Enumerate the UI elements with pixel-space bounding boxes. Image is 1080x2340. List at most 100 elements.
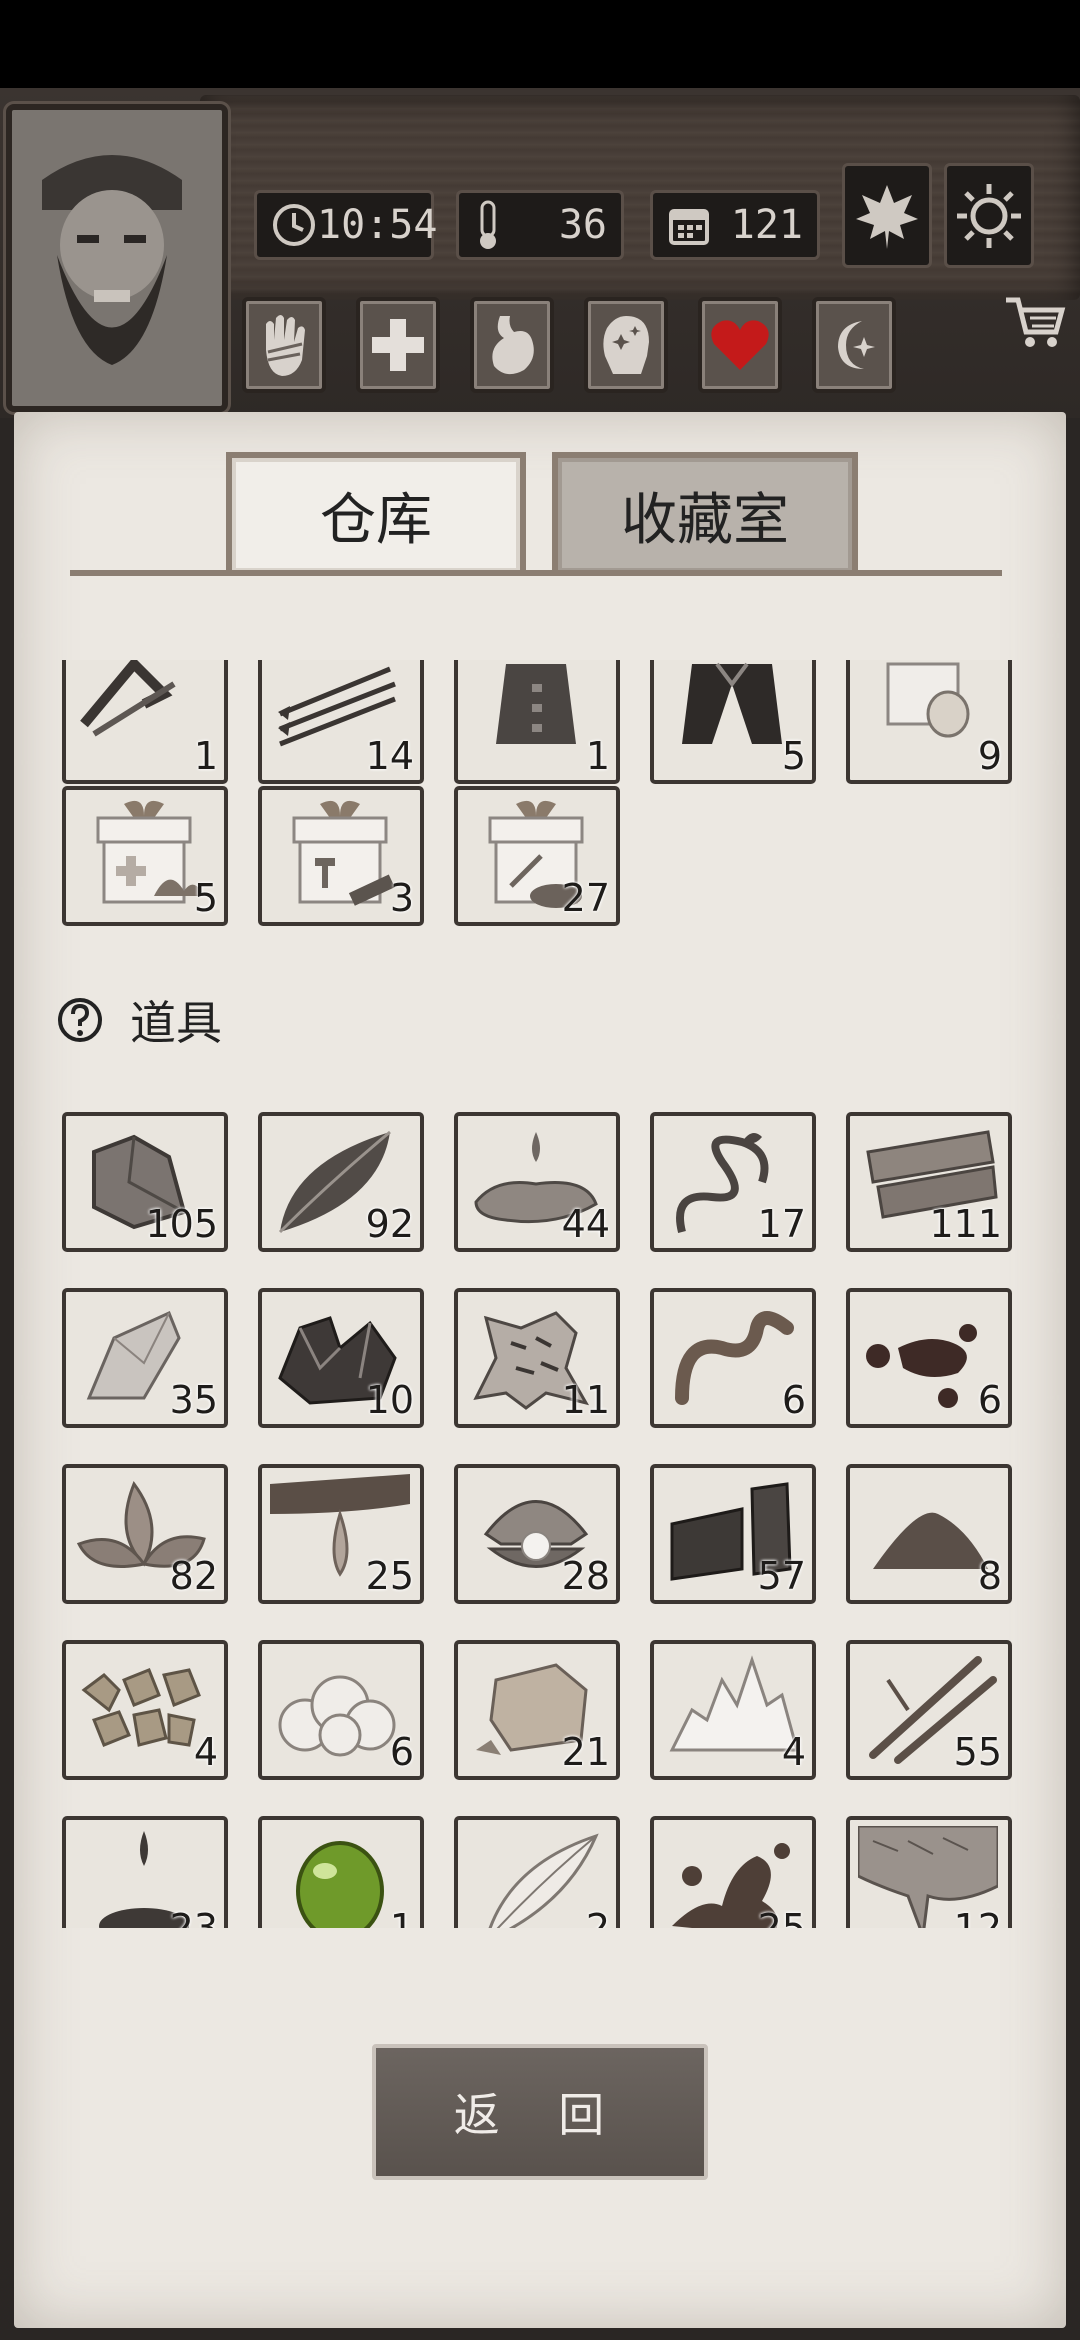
maple-leaf-icon [856, 184, 918, 249]
tab-divider [70, 570, 1002, 576]
item-count: 28 [561, 1554, 610, 1598]
item-count: 6 [781, 1378, 806, 1422]
bearded-man-portrait [42, 155, 182, 365]
item-slot[interactable]: 4 [650, 1640, 816, 1780]
character-portrait[interactable] [6, 104, 228, 412]
item-slot[interactable]: 5 [650, 660, 816, 784]
heart-icon [711, 320, 769, 370]
section-header-tools: 道具 [56, 990, 222, 1050]
item-count: 1 [389, 1906, 414, 1928]
item-slot[interactable]: 57 [650, 1464, 816, 1604]
item-slot[interactable]: 10 [258, 1288, 424, 1428]
item-slot[interactable]: 21 [454, 1640, 620, 1780]
item-count: 1 [193, 734, 218, 778]
bandaged-hand-icon [266, 315, 305, 376]
time-value: 10:54 [317, 202, 438, 248]
item-slot[interactable]: 35 [62, 1288, 228, 1428]
calendar-icon [669, 209, 709, 245]
item-count: 6 [977, 1378, 1002, 1422]
item-slot[interactable]: 1 [454, 660, 620, 784]
item-count: 55 [953, 1730, 1002, 1774]
item-count: 111 [929, 1202, 1002, 1246]
sleep-button[interactable] [812, 297, 896, 393]
item-count: 2 [585, 1906, 610, 1928]
item-slot[interactable]: 28 [454, 1464, 620, 1604]
item-slot[interactable]: 92 [258, 1112, 424, 1252]
section-title: 道具 [130, 996, 222, 1050]
thermometer-icon [480, 200, 496, 249]
item-slot[interactable]: 12 [846, 1816, 1012, 1928]
mind-button[interactable] [584, 297, 668, 393]
item-count: 21 [561, 1730, 610, 1774]
item-slot[interactable]: 55 [846, 1640, 1012, 1780]
item-slot[interactable]: 105 [62, 1112, 228, 1252]
item-slot[interactable]: 25 [258, 1464, 424, 1604]
item-slot[interactable]: 27 [454, 786, 620, 926]
item-count: 57 [757, 1554, 806, 1598]
item-slot[interactable]: 6 [258, 1640, 424, 1780]
day-value: 121 [730, 202, 803, 248]
moon-star-icon [838, 321, 875, 369]
item-count: 25 [757, 1906, 806, 1928]
item-count: 1 [585, 734, 610, 778]
item-count: 44 [561, 1202, 610, 1246]
help-icon[interactable] [56, 996, 104, 1044]
item-count: 10 [365, 1378, 414, 1422]
item-slot[interactable]: 1 [258, 1816, 424, 1928]
back-button[interactable]: 返 回 [372, 2044, 708, 2180]
item-slot[interactable]: 1 [62, 660, 228, 784]
item-slot[interactable]: 2 [454, 1816, 620, 1928]
item-slot[interactable]: 5 [62, 786, 228, 926]
item-slot[interactable]: 6 [846, 1288, 1012, 1428]
item-count: 35 [169, 1378, 218, 1422]
item-slot[interactable]: 9 [846, 660, 1012, 784]
item-slot[interactable]: 17 [650, 1112, 816, 1252]
item-count: 9 [977, 734, 1002, 778]
item-count: 5 [781, 734, 806, 778]
day-display: 121 [650, 190, 820, 260]
health-button[interactable] [356, 297, 440, 393]
item-slot[interactable]: 23 [62, 1816, 228, 1928]
status-bar [0, 0, 1080, 88]
season-indicator[interactable] [842, 163, 932, 268]
stomach-button[interactable] [470, 297, 554, 393]
item-count: 82 [169, 1554, 218, 1598]
item-count: 5 [193, 876, 218, 920]
item-count: 12 [953, 1906, 1002, 1928]
weather-indicator[interactable] [944, 163, 1034, 268]
item-slot[interactable]: 82 [62, 1464, 228, 1604]
sun-icon [957, 183, 1021, 248]
item-count: 4 [781, 1730, 806, 1774]
item-slot[interactable]: 14 [258, 660, 424, 784]
item-count: 14 [365, 734, 414, 778]
clock-icon [273, 204, 315, 246]
item-slot[interactable]: 4 [62, 1640, 228, 1780]
item-slot[interactable]: 25 [650, 1816, 816, 1928]
tab-collection[interactable]: 收藏室 [552, 452, 858, 572]
head-sparkle-icon [603, 316, 649, 374]
heart-button[interactable] [698, 297, 782, 393]
item-count: 8 [977, 1554, 1002, 1598]
item-count: 25 [365, 1554, 414, 1598]
item-count: 92 [365, 1202, 414, 1246]
item-count: 105 [145, 1202, 218, 1246]
item-slot[interactable]: 111 [846, 1112, 1012, 1252]
tab-storage[interactable]: 仓库 [226, 452, 526, 572]
time-display: 10:54 [254, 190, 438, 260]
hand-button[interactable] [242, 297, 326, 393]
item-slot[interactable]: 11 [454, 1288, 620, 1428]
inventory-scroll-area[interactable]: 1 14 1 5 9 5 3 27 105 92 44 17 111 35 10… [44, 660, 1024, 1928]
item-count: 27 [561, 876, 610, 920]
stomach-icon [492, 316, 534, 375]
item-slot[interactable]: 8 [846, 1464, 1012, 1604]
shop-cart-icon[interactable] [1000, 286, 1070, 356]
item-slot[interactable]: 6 [650, 1288, 816, 1428]
item-count: 11 [561, 1378, 610, 1422]
temperature-value: 36 [558, 202, 607, 248]
item-count: 17 [757, 1202, 806, 1246]
item-slot[interactable]: 3 [258, 786, 424, 926]
item-count: 6 [389, 1730, 414, 1774]
item-slot[interactable]: 44 [454, 1112, 620, 1252]
item-count: 4 [193, 1730, 218, 1774]
item-count: 23 [169, 1906, 218, 1928]
